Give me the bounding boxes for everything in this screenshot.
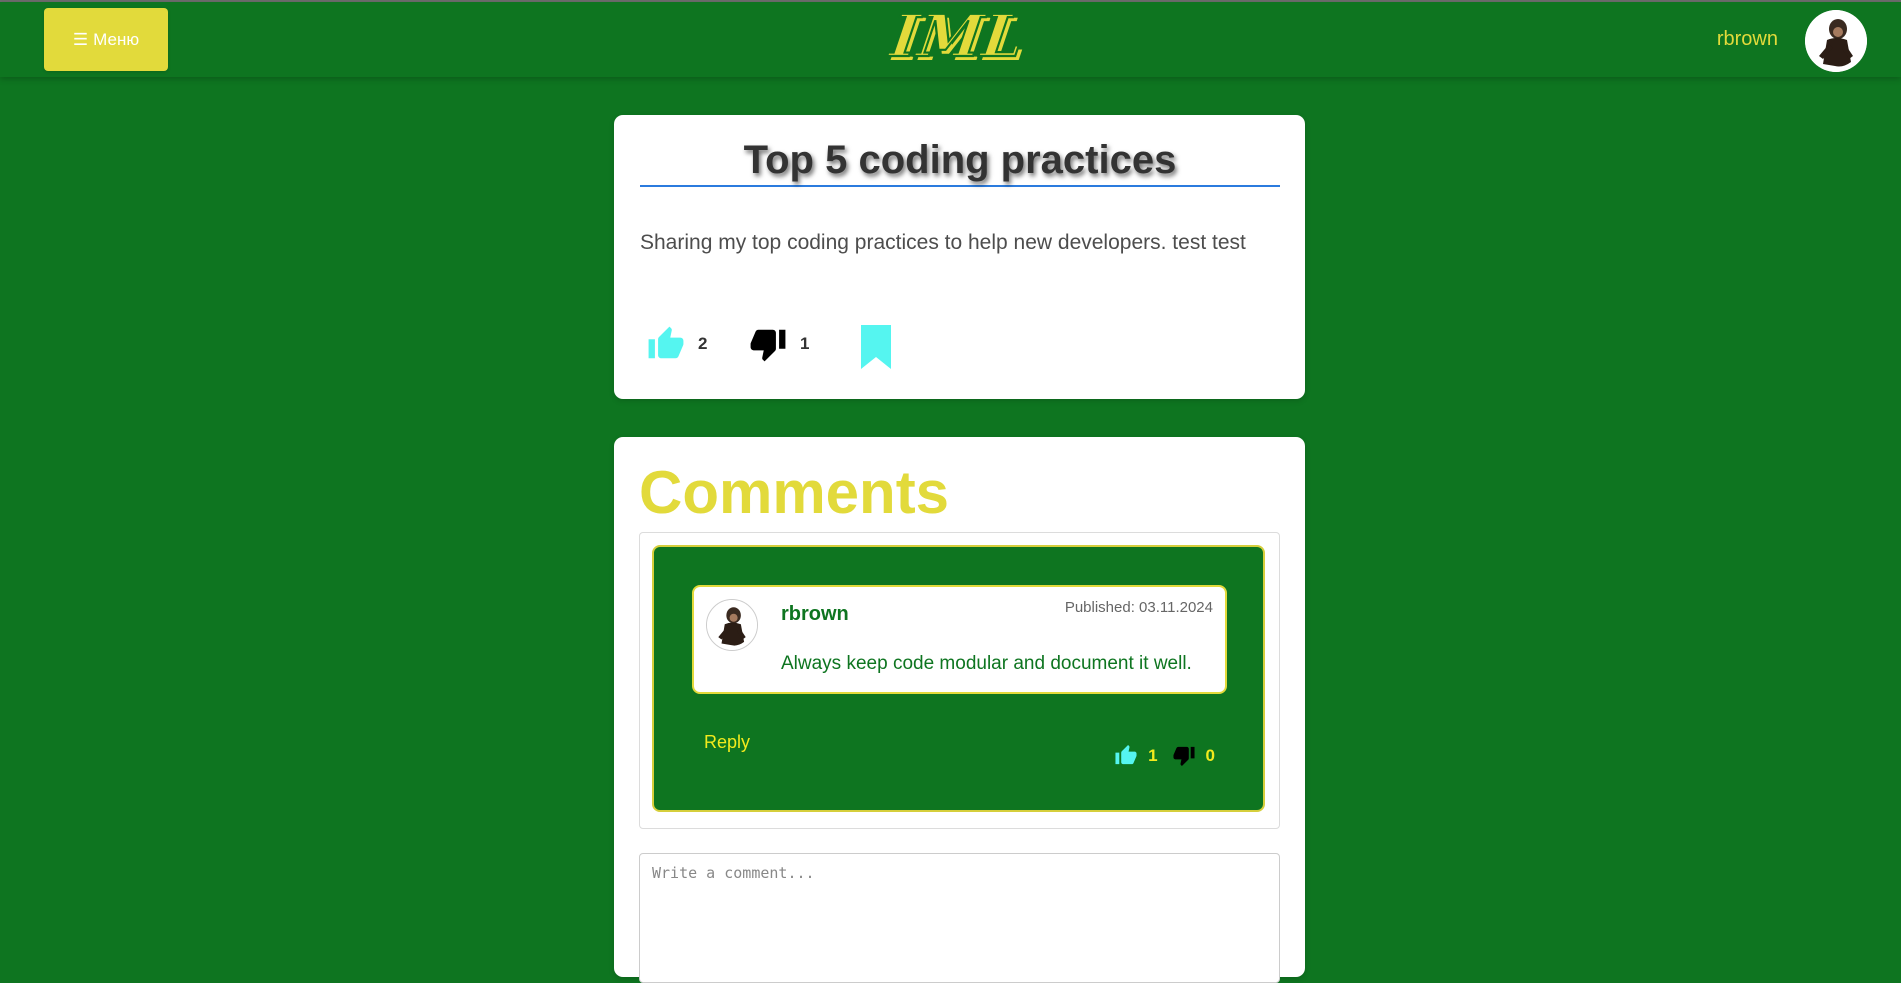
hamburger-icon: ☰ <box>72 29 89 49</box>
nav-username[interactable]: rbrown <box>1688 28 1778 51</box>
comment-author[interactable]: rbrown <box>781 603 849 626</box>
comments-card: Comments rbrown Published: 03.11.2024 Al… <box>614 437 1305 983</box>
logo-text: IML <box>885 10 1029 70</box>
post-body: Sharing my top coding practices to help … <box>640 231 1246 254</box>
comment-avatar[interactable] <box>706 599 758 651</box>
post-bookmark-group <box>859 325 893 369</box>
post-dislike-group: 1 <box>748 325 809 363</box>
post-like-count: 2 <box>698 334 708 353</box>
post-title: Top 5 coding practices <box>640 137 1280 187</box>
thumbs-up-icon[interactable] <box>646 325 686 363</box>
comment-body-box: rbrown Published: 03.11.2024 Always keep… <box>692 585 1227 694</box>
post-dislike-count: 1 <box>800 334 810 353</box>
navbar: ☰ Меню IML IML rbrown <box>0 2 1901 77</box>
comment-like-count: 1 <box>1148 745 1158 765</box>
comment-text: Always keep code modular and document it… <box>781 653 1192 674</box>
bookmark-icon[interactable] <box>859 325 893 369</box>
user-avatar[interactable] <box>1805 10 1867 72</box>
comments-heading: Comments <box>639 459 950 526</box>
post-like-group: 2 <box>646 325 707 363</box>
thumbs-down-icon[interactable] <box>1172 744 1196 767</box>
chimpanzee-avatar-icon <box>707 600 757 650</box>
comment-dislike-count: 0 <box>1205 745 1215 765</box>
menu-button[interactable]: ☰ Меню <box>44 8 168 71</box>
thumbs-down-icon[interactable] <box>748 325 788 363</box>
post-card: Top 5 coding practices Sharing my top co… <box>614 115 1305 399</box>
site-logo[interactable]: IML IML <box>866 10 1056 70</box>
menu-label: Меню <box>93 29 140 49</box>
comment-item: rbrown Published: 03.11.2024 Always keep… <box>652 545 1265 812</box>
comment-votes: 1 0 <box>1114 744 1219 767</box>
thumbs-up-icon[interactable] <box>1114 744 1138 767</box>
reply-link[interactable]: Reply <box>704 732 750 753</box>
comment-date: Published: 03.11.2024 <box>1064 599 1213 616</box>
comment-input[interactable] <box>639 853 1280 983</box>
comments-list: rbrown Published: 03.11.2024 Always keep… <box>639 532 1280 829</box>
chimpanzee-avatar-icon <box>1805 10 1867 72</box>
